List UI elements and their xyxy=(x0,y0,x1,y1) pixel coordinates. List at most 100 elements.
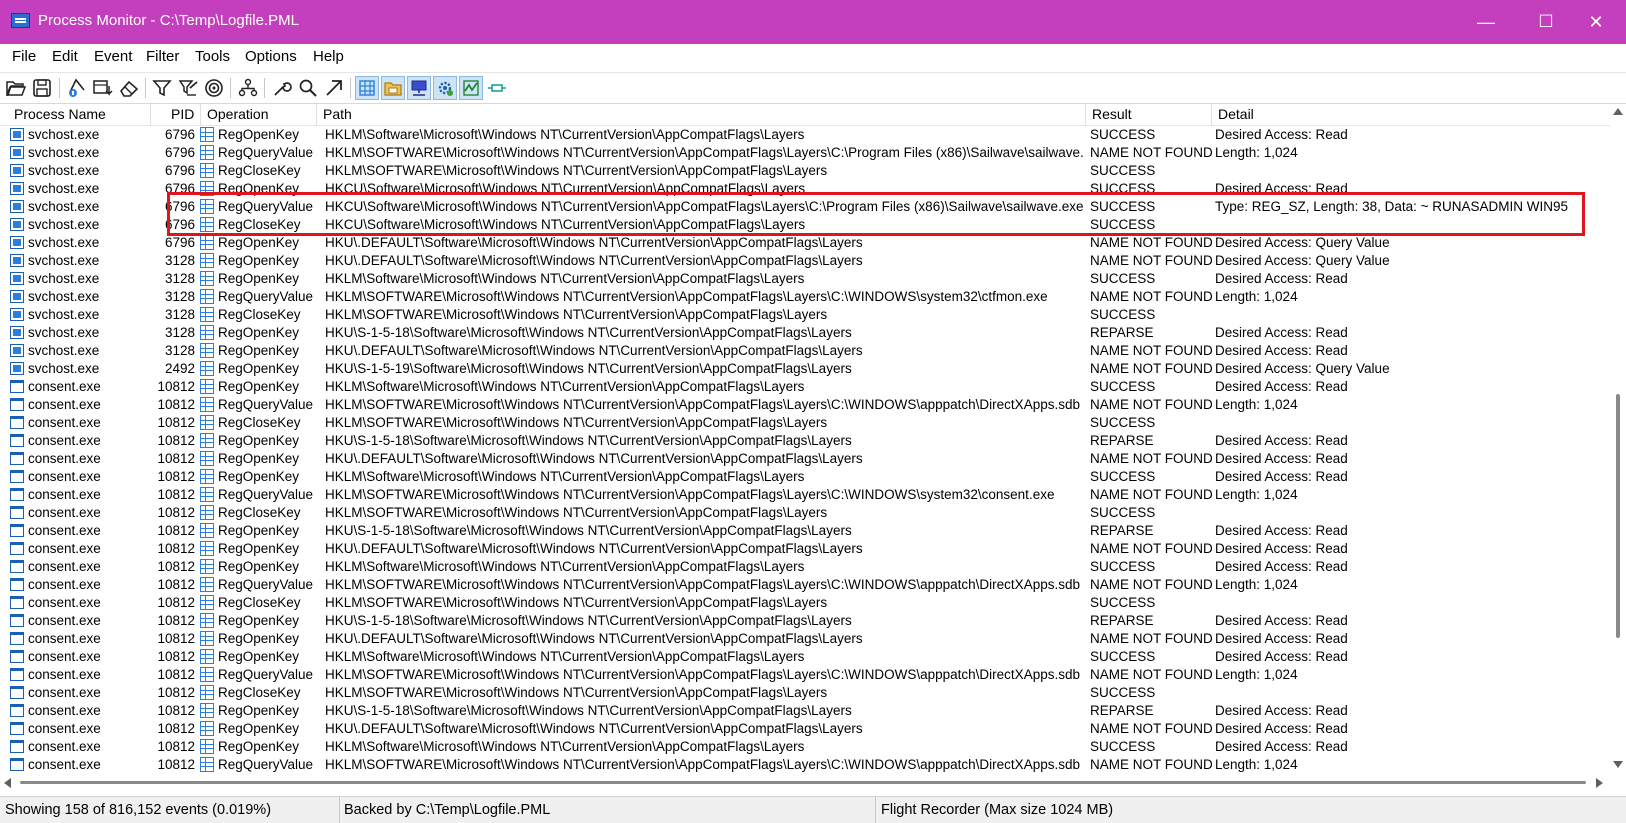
jump-icon[interactable] xyxy=(322,76,346,100)
show-registry-icon[interactable] xyxy=(355,76,379,100)
window-process-icon xyxy=(10,614,24,627)
column-header-operation[interactable]: Operation xyxy=(201,104,317,125)
table-row[interactable]: consent.exe 10812 RegOpenKey HKLM\Software\… xyxy=(0,468,1610,486)
window-process-icon xyxy=(10,398,24,411)
menu-file[interactable]: File xyxy=(12,48,36,65)
column-header-pid[interactable]: PID xyxy=(151,104,201,125)
table-row[interactable]: consent.exe 10812 RegOpenKey HKLM\Software\… xyxy=(0,378,1610,396)
table-row[interactable]: svchost.exe 6796 RegOpenKey HKLM\Software\M… xyxy=(0,126,1610,144)
table-row[interactable]: consent.exe 10812 RegQueryValue HKLM\SOFTWA… xyxy=(0,486,1610,504)
scroll-up-icon[interactable] xyxy=(1613,108,1623,115)
show-process-icon[interactable] xyxy=(433,76,457,100)
table-row[interactable]: consent.exe 10812 RegOpenKey HKLM\Software\… xyxy=(0,648,1610,666)
table-row[interactable]: svchost.exe 3128 RegCloseKey HKLM\SOFTWARE\… xyxy=(0,306,1610,324)
table-row[interactable]: consent.exe 10812 RegOpenKey HKU\S-1-5-18\S… xyxy=(0,522,1610,540)
menu-tools[interactable]: Tools xyxy=(195,48,230,65)
table-row[interactable]: consent.exe 10812 RegOpenKey HKU\.DEFAULT\S… xyxy=(0,720,1610,738)
table-row[interactable]: consent.exe 10812 RegOpenKey HKU\S-1-5-18\S… xyxy=(0,612,1610,630)
menu-bar: File Edit Event Filter Tools Options Hel… xyxy=(0,44,1626,70)
column-header-detail[interactable]: Detail xyxy=(1212,104,1610,125)
column-header-process-name[interactable]: Process Name xyxy=(8,104,151,125)
filter-icon[interactable] xyxy=(150,76,174,100)
cell-result: REPARSE xyxy=(1090,523,1154,538)
horizontal-scrollbar[interactable] xyxy=(0,774,1610,790)
column-header-path[interactable]: Path xyxy=(317,104,1086,125)
scroll-right-icon[interactable] xyxy=(1596,778,1603,788)
bookmark-icon[interactable] xyxy=(485,76,509,100)
table-row[interactable]: svchost.exe 3128 RegOpenKey HKU\S-1-5-18\So… xyxy=(0,324,1610,342)
cell-result: NAME NOT FOUND xyxy=(1090,721,1212,736)
cell-result: REPARSE xyxy=(1090,325,1154,340)
registry-operation-icon xyxy=(200,361,214,376)
table-row[interactable]: consent.exe 10812 RegCloseKey HKLM\SOFTWARE… xyxy=(0,594,1610,612)
autoscroll-icon[interactable] xyxy=(91,76,115,100)
table-row[interactable]: svchost.exe 3128 RegOpenKey HKLM\Software\M… xyxy=(0,270,1610,288)
vertical-scroll-thumb[interactable] xyxy=(1616,394,1620,638)
table-row[interactable]: svchost.exe 2492 RegOpenKey HKU\S-1-5-19\So… xyxy=(0,360,1610,378)
window-process-icon xyxy=(10,668,24,681)
table-row[interactable]: consent.exe 10812 RegQueryValue HKLM\SOFTWA… xyxy=(0,756,1610,774)
table-row[interactable]: consent.exe 10812 RegQueryValue HKLM\SOFTWA… xyxy=(0,576,1610,594)
menu-event[interactable]: Event xyxy=(94,48,132,65)
table-row[interactable]: consent.exe 10812 RegOpenKey HKU\S-1-5-18\S… xyxy=(0,432,1610,450)
capture-icon[interactable] xyxy=(65,76,89,100)
table-row[interactable]: svchost.exe 6796 RegQueryValue HKCU\Softwar… xyxy=(0,198,1610,216)
cell-path: HKU\S-1-5-18\Software\Microsoft\Windows … xyxy=(325,613,852,628)
cell-operation: RegOpenKey xyxy=(218,271,300,286)
table-row[interactable]: consent.exe 10812 RegQueryValue HKLM\SOFTWA… xyxy=(0,666,1610,684)
table-row[interactable]: consent.exe 10812 RegOpenKey HKU\.DEFAULT\S… xyxy=(0,630,1610,648)
cell-result: NAME NOT FOUND xyxy=(1090,397,1212,412)
find-icon[interactable] xyxy=(296,76,320,100)
table-row[interactable]: svchost.exe 6796 RegOpenKey HKU\.DEFAULT\So… xyxy=(0,234,1610,252)
scroll-left-icon[interactable] xyxy=(4,778,11,788)
show-network-icon[interactable] xyxy=(407,76,431,100)
menu-filter[interactable]: Filter xyxy=(146,48,179,65)
table-row[interactable]: consent.exe 10812 RegOpenKey HKLM\Software\… xyxy=(0,738,1610,756)
cell-pid: 10812 xyxy=(157,739,195,754)
title-bar[interactable]: Process Monitor - C:\Temp\Logfile.PML — … xyxy=(0,0,1626,44)
scroll-down-icon[interactable] xyxy=(1613,761,1623,768)
cell-process-name: svchost.exe xyxy=(28,361,100,376)
menu-edit[interactable]: Edit xyxy=(52,48,78,65)
table-row[interactable]: consent.exe 10812 RegCloseKey HKLM\SOFTWARE… xyxy=(0,684,1610,702)
close-button[interactable]: ✕ xyxy=(1566,0,1626,44)
cell-pid: 10812 xyxy=(157,559,195,574)
properties-icon[interactable] xyxy=(270,76,294,100)
table-row[interactable]: consent.exe 10812 RegQueryValue HKLM\SOFTWA… xyxy=(0,396,1610,414)
clear-icon[interactable] xyxy=(117,76,141,100)
event-list[interactable]: svchost.exe 6796 RegOpenKey HKLM\Software\M… xyxy=(0,126,1610,774)
cell-detail: Desired Access: Read xyxy=(1215,433,1348,448)
registry-operation-icon xyxy=(200,667,214,682)
include-process-icon[interactable] xyxy=(202,76,226,100)
table-row[interactable]: consent.exe 10812 RegOpenKey HKU\.DEFAULT\S… xyxy=(0,450,1610,468)
menu-options[interactable]: Options xyxy=(245,48,297,65)
table-row[interactable]: consent.exe 10812 RegOpenKey HKU\S-1-5-18\S… xyxy=(0,702,1610,720)
vertical-scrollbar[interactable] xyxy=(1610,104,1626,774)
show-profiling-icon[interactable] xyxy=(459,76,483,100)
process-tree-icon[interactable] xyxy=(236,76,260,100)
table-row[interactable]: consent.exe 10812 RegOpenKey HKU\.DEFAULT\S… xyxy=(0,540,1610,558)
cell-result: REPARSE xyxy=(1090,613,1154,628)
show-filesystem-icon[interactable] xyxy=(381,76,405,100)
table-row[interactable]: svchost.exe 6796 RegOpenKey HKCU\Software\M… xyxy=(0,180,1610,198)
table-row[interactable]: svchost.exe 3128 RegOpenKey HKU\.DEFAULT\So… xyxy=(0,252,1610,270)
save-icon[interactable] xyxy=(30,76,54,100)
table-row[interactable]: consent.exe 10812 RegCloseKey HKLM\SOFTWARE… xyxy=(0,504,1610,522)
table-row[interactable]: consent.exe 10812 RegCloseKey HKLM\SOFTWARE… xyxy=(0,414,1610,432)
cell-result: NAME NOT FOUND xyxy=(1090,361,1212,376)
column-header-result[interactable]: Result xyxy=(1086,104,1212,125)
table-row[interactable]: svchost.exe 6796 RegCloseKey HKLM\SOFTWARE\… xyxy=(0,162,1610,180)
table-row[interactable]: svchost.exe 3128 RegOpenKey HKU\.DEFAULT\So… xyxy=(0,342,1610,360)
cell-operation: RegOpenKey xyxy=(218,541,300,556)
table-row[interactable]: svchost.exe 6796 RegCloseKey HKCU\Software\… xyxy=(0,216,1610,234)
cell-pid: 6796 xyxy=(164,145,195,160)
table-row[interactable]: svchost.exe 6796 RegQueryValue HKLM\SOFTWAR… xyxy=(0,144,1610,162)
menu-help[interactable]: Help xyxy=(313,48,344,65)
table-row[interactable]: svchost.exe 3128 RegQueryValue HKLM\SOFTWAR… xyxy=(0,288,1610,306)
table-row[interactable]: consent.exe 10812 RegOpenKey HKLM\Software\… xyxy=(0,558,1610,576)
minimize-button[interactable]: — xyxy=(1456,0,1516,44)
service-process-icon xyxy=(10,128,24,141)
horizontal-scroll-thumb[interactable] xyxy=(20,781,1586,784)
highlight-icon[interactable] xyxy=(176,76,200,100)
open-icon[interactable] xyxy=(4,76,28,100)
